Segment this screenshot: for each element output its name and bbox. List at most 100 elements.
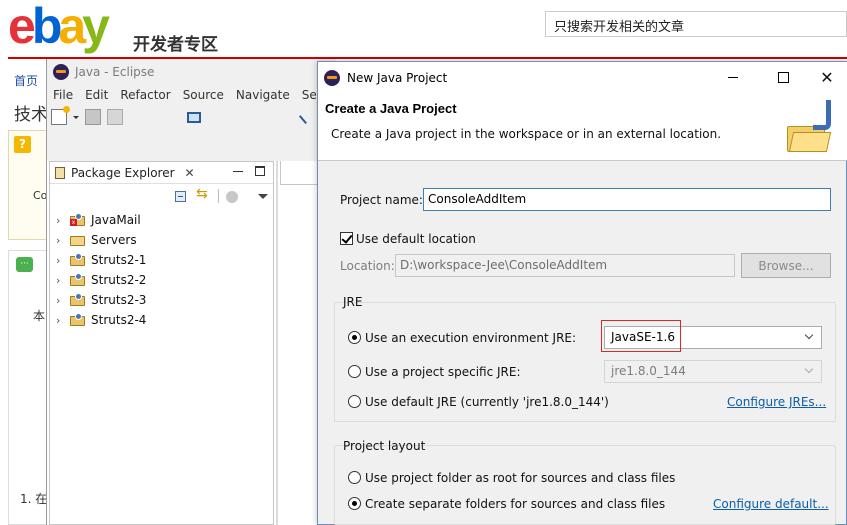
- maximize-button[interactable]: [760, 62, 806, 93]
- chevron-right-icon[interactable]: ›: [56, 294, 70, 307]
- default-jre-radio[interactable]: [348, 395, 361, 408]
- close-button[interactable]: ✕: [804, 62, 847, 93]
- menu-file[interactable]: File: [47, 88, 79, 102]
- project-layout-group: [334, 445, 836, 525]
- minimize-button[interactable]: [710, 62, 756, 93]
- project-layout-label: Project layout: [343, 439, 426, 453]
- breadcrumb-home[interactable]: 首页: [14, 72, 38, 89]
- tree-item-label: JavaMail: [91, 213, 141, 227]
- chevron-down-icon: [805, 364, 815, 376]
- pin-icon[interactable]: [298, 109, 314, 125]
- configure-default-link[interactable]: Configure default...: [713, 497, 829, 511]
- project-specific-jre-value: jre1.8.0_144: [611, 364, 686, 378]
- ebay-logo[interactable]: ebay: [8, 0, 110, 56]
- wizard-banner: Create a Java Project Create a Java proj…: [318, 93, 847, 161]
- package-explorer: Package Explorer ✕ › x JavaMail › Server…: [49, 161, 274, 525]
- tree-item-struts2-2[interactable]: › Struts2-2: [50, 270, 273, 290]
- section-heading: 技术: [14, 105, 48, 125]
- menu-edit[interactable]: Edit: [79, 88, 114, 102]
- java-project-icon: [70, 293, 86, 307]
- eclipse-icon: [324, 69, 340, 86]
- eclipse-menubar: File Edit Refactor Source Navigate Se: [47, 85, 337, 105]
- tree-item-struts2-1[interactable]: › Struts2-1: [50, 250, 273, 270]
- configure-jres-link[interactable]: Configure JREs...: [727, 395, 826, 409]
- save-icon[interactable]: [85, 109, 101, 125]
- tree-item-label: Struts2-4: [91, 313, 147, 327]
- new-dropdown-icon[interactable]: [73, 109, 79, 125]
- tree-item-struts2-4[interactable]: › Struts2-4: [50, 310, 273, 330]
- folder-icon: [70, 233, 86, 247]
- chevron-down-icon: [805, 330, 815, 342]
- use-default-location-checkbox[interactable]: [340, 232, 353, 245]
- jre-group-label: JRE: [343, 295, 363, 309]
- question-icon: ?: [14, 136, 31, 153]
- java-project-error-icon: x: [70, 213, 86, 227]
- filter-icon[interactable]: [226, 191, 238, 203]
- location-label: Location:: [340, 259, 395, 273]
- browse-button[interactable]: Browse...: [741, 253, 831, 278]
- eclipse-window: Java - Eclipse File Edit Refactor Source…: [46, 59, 337, 525]
- article-box: ··· 本: [8, 250, 48, 525]
- tree-item-label: Servers: [91, 233, 137, 247]
- package-explorer-icon: [55, 166, 65, 179]
- view-menu-icon[interactable]: [258, 194, 268, 199]
- eclipse-titlebar[interactable]: Java - Eclipse: [47, 59, 337, 85]
- web-footnote: 1. 在: [20, 492, 48, 506]
- project-specific-jre-radio[interactable]: [348, 365, 361, 378]
- chevron-right-icon[interactable]: ›: [56, 234, 70, 247]
- monitor-icon[interactable]: [187, 111, 201, 123]
- toolbar-separator: [218, 189, 219, 203]
- java-project-icon: [70, 313, 86, 327]
- project-specific-jre-label: Use a project specific JRE:: [365, 365, 521, 379]
- java-project-icon: [70, 273, 86, 287]
- chevron-right-icon[interactable]: ›: [56, 274, 70, 287]
- question-box: ? Co: [8, 130, 48, 240]
- chevron-right-icon[interactable]: ›: [56, 254, 70, 267]
- new-wizard-icon[interactable]: [51, 106, 70, 125]
- execution-env-jre-radio[interactable]: [348, 331, 361, 344]
- location-input[interactable]: D:\workspace-Jee\ConsoleAddItem: [395, 254, 735, 277]
- separate-folders-layout-radio[interactable]: [348, 497, 361, 510]
- project-name-input[interactable]: ConsoleAddItem: [423, 188, 831, 211]
- sash[interactable]: [276, 161, 278, 525]
- default-jre-label: Use default JRE (currently 'jre1.8.0_144…: [365, 395, 609, 409]
- link-with-editor-icon[interactable]: [196, 186, 210, 203]
- article-box-text: 本: [33, 309, 46, 323]
- execution-env-jre-label: Use an execution environment JRE:: [365, 331, 577, 345]
- project-root-layout-label: Use project folder as root for sources a…: [365, 471, 676, 485]
- tree-item-label: Struts2-3: [91, 293, 147, 307]
- tree-item-struts2-3[interactable]: › Struts2-3: [50, 290, 273, 310]
- tree-item-javamail[interactable]: › x JavaMail: [50, 210, 273, 230]
- web-header: ebay 开发者专区 只搜索开发相关的文章: [0, 0, 847, 57]
- use-default-location-label: Use default location: [356, 232, 476, 246]
- chevron-right-icon[interactable]: ›: [56, 214, 70, 227]
- new-java-project-dialog: New Java Project ✕ Create a Java Project…: [317, 61, 847, 525]
- chat-icon: ···: [16, 257, 33, 272]
- menu-refactor[interactable]: Refactor: [114, 88, 176, 102]
- chevron-right-icon[interactable]: ›: [56, 314, 70, 327]
- project-tree: › x JavaMail › Servers › Struts2-1 › Str…: [50, 210, 273, 330]
- tree-item-servers[interactable]: › Servers: [50, 230, 273, 250]
- package-explorer-title: Package Explorer: [71, 165, 175, 180]
- tree-item-label: Struts2-2: [91, 273, 147, 287]
- save-all-icon[interactable]: [107, 109, 123, 125]
- menu-navigate[interactable]: Navigate: [230, 88, 296, 102]
- collapse-all-icon[interactable]: [175, 191, 186, 202]
- project-name-label: Project name:: [340, 193, 423, 207]
- wizard-title: Create a Java Project: [325, 101, 457, 116]
- project-root-layout-radio[interactable]: [348, 471, 361, 484]
- menu-source[interactable]: Source: [177, 88, 230, 102]
- separate-folders-layout-label: Create separate folders for sources and …: [365, 497, 666, 511]
- package-explorer-toolbar: [50, 184, 273, 206]
- java-project-wizard-icon: [785, 100, 837, 155]
- web-search-input[interactable]: 只搜索开发相关的文章: [545, 11, 847, 37]
- dev-zone-title: 开发者专区: [133, 35, 218, 55]
- project-specific-jre-select[interactable]: jre1.8.0_144: [604, 360, 822, 383]
- minimize-view-icon[interactable]: [233, 166, 243, 176]
- close-icon[interactable]: ✕: [185, 166, 195, 180]
- dialog-title: New Java Project: [347, 70, 448, 85]
- annotation-highlight-box: [601, 320, 681, 352]
- maximize-view-icon[interactable]: [255, 166, 265, 176]
- wizard-body: Project name: ConsoleAddItem Use default…: [318, 162, 847, 525]
- tree-item-label: Struts2-1: [91, 253, 147, 267]
